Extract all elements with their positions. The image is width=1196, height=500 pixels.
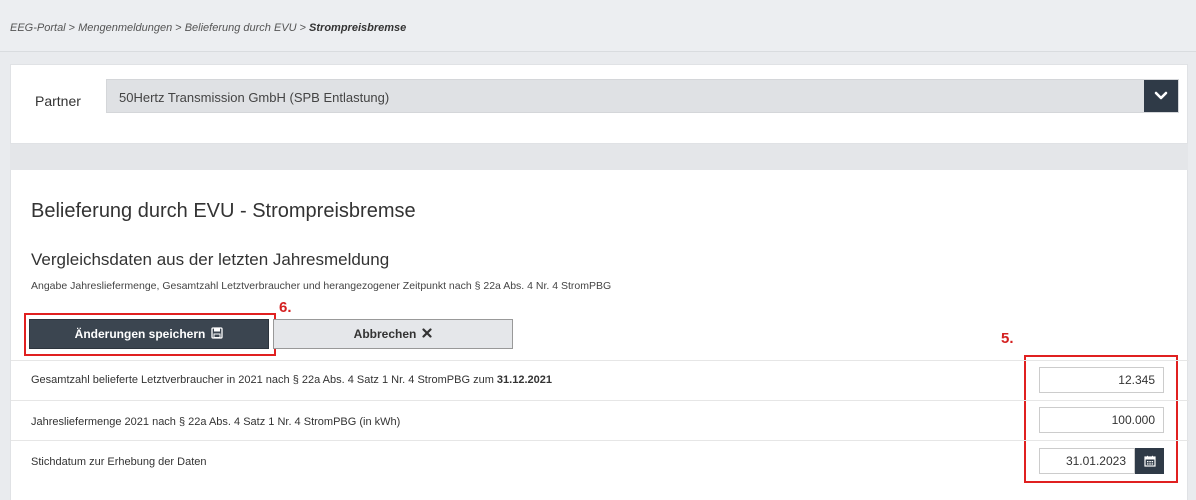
close-icon bbox=[422, 327, 432, 341]
save-button[interactable]: Änderungen speichern bbox=[29, 319, 269, 349]
breadcrumb-separator: > bbox=[299, 22, 307, 34]
section-title: Vergleichsdaten aus der letzten Jahresme… bbox=[31, 250, 390, 269]
section-description: Angabe Jahresliefermenge, Gesamtzahl Let… bbox=[31, 280, 612, 292]
row-divider bbox=[11, 400, 1189, 401]
row-divider bbox=[11, 440, 1189, 441]
partner-select-value: 50Hertz Transmission GmbH (SPB Entlastun… bbox=[119, 90, 390, 105]
page-title: Belieferung durch EVU - Strompreisbremse bbox=[31, 200, 416, 222]
cancel-button-label: Abbrechen bbox=[353, 327, 417, 341]
save-button-label: Änderungen speichern bbox=[74, 327, 206, 341]
calendar-icon[interactable] bbox=[1135, 448, 1164, 474]
annotation-marker-save: 6. bbox=[279, 299, 292, 316]
annotation-marker-fields: 5. bbox=[1001, 330, 1014, 347]
breadcrumb-item-belieferung[interactable]: Belieferung durch EVU bbox=[185, 22, 297, 34]
row-divider bbox=[11, 360, 1189, 361]
breadcrumb-current: Strompreisbremse bbox=[309, 22, 407, 34]
breadcrumb-item-portal[interactable]: EEG-Portal bbox=[10, 22, 66, 34]
partner-panel: Partner 50Hertz Transmission GmbH (SPB E… bbox=[10, 64, 1188, 144]
section-spacer bbox=[10, 144, 1188, 170]
quantity-field-label: Jahresliefermenge 2021 nach § 22a Abs. 4… bbox=[31, 416, 401, 428]
breadcrumb: EEG-Portal > Mengenmeldungen > Belieferung d… bbox=[0, 0, 1196, 52]
consumers-count-input[interactable] bbox=[1039, 367, 1164, 393]
date-field-label: Stichdatum zur Erhebung der Daten bbox=[31, 456, 207, 468]
consumers-field-label-text: Gesamtzahl belieferte Letztverbraucher i… bbox=[31, 374, 497, 386]
chevron-down-icon[interactable] bbox=[1144, 80, 1178, 112]
reference-date-input[interactable] bbox=[1039, 448, 1135, 474]
floppy-disk-icon bbox=[211, 326, 223, 342]
cancel-button[interactable]: Abbrechen bbox=[273, 319, 513, 349]
breadcrumb-separator: > bbox=[175, 22, 182, 34]
delivery-quantity-input[interactable] bbox=[1039, 407, 1164, 433]
partner-label: Partner bbox=[35, 93, 81, 109]
partner-select[interactable]: 50Hertz Transmission GmbH (SPB Entlastun… bbox=[106, 79, 1179, 113]
breadcrumb-separator: > bbox=[68, 22, 76, 34]
breadcrumb-item-mengenmeldungen[interactable]: Mengenmeldungen bbox=[78, 22, 172, 34]
main-panel: Belieferung durch EVU - Strompreisbremse… bbox=[10, 170, 1189, 500]
consumers-field-label: Gesamtzahl belieferte Letztverbraucher i… bbox=[31, 374, 552, 386]
consumers-field-label-date: 31.12.2021 bbox=[496, 374, 552, 386]
